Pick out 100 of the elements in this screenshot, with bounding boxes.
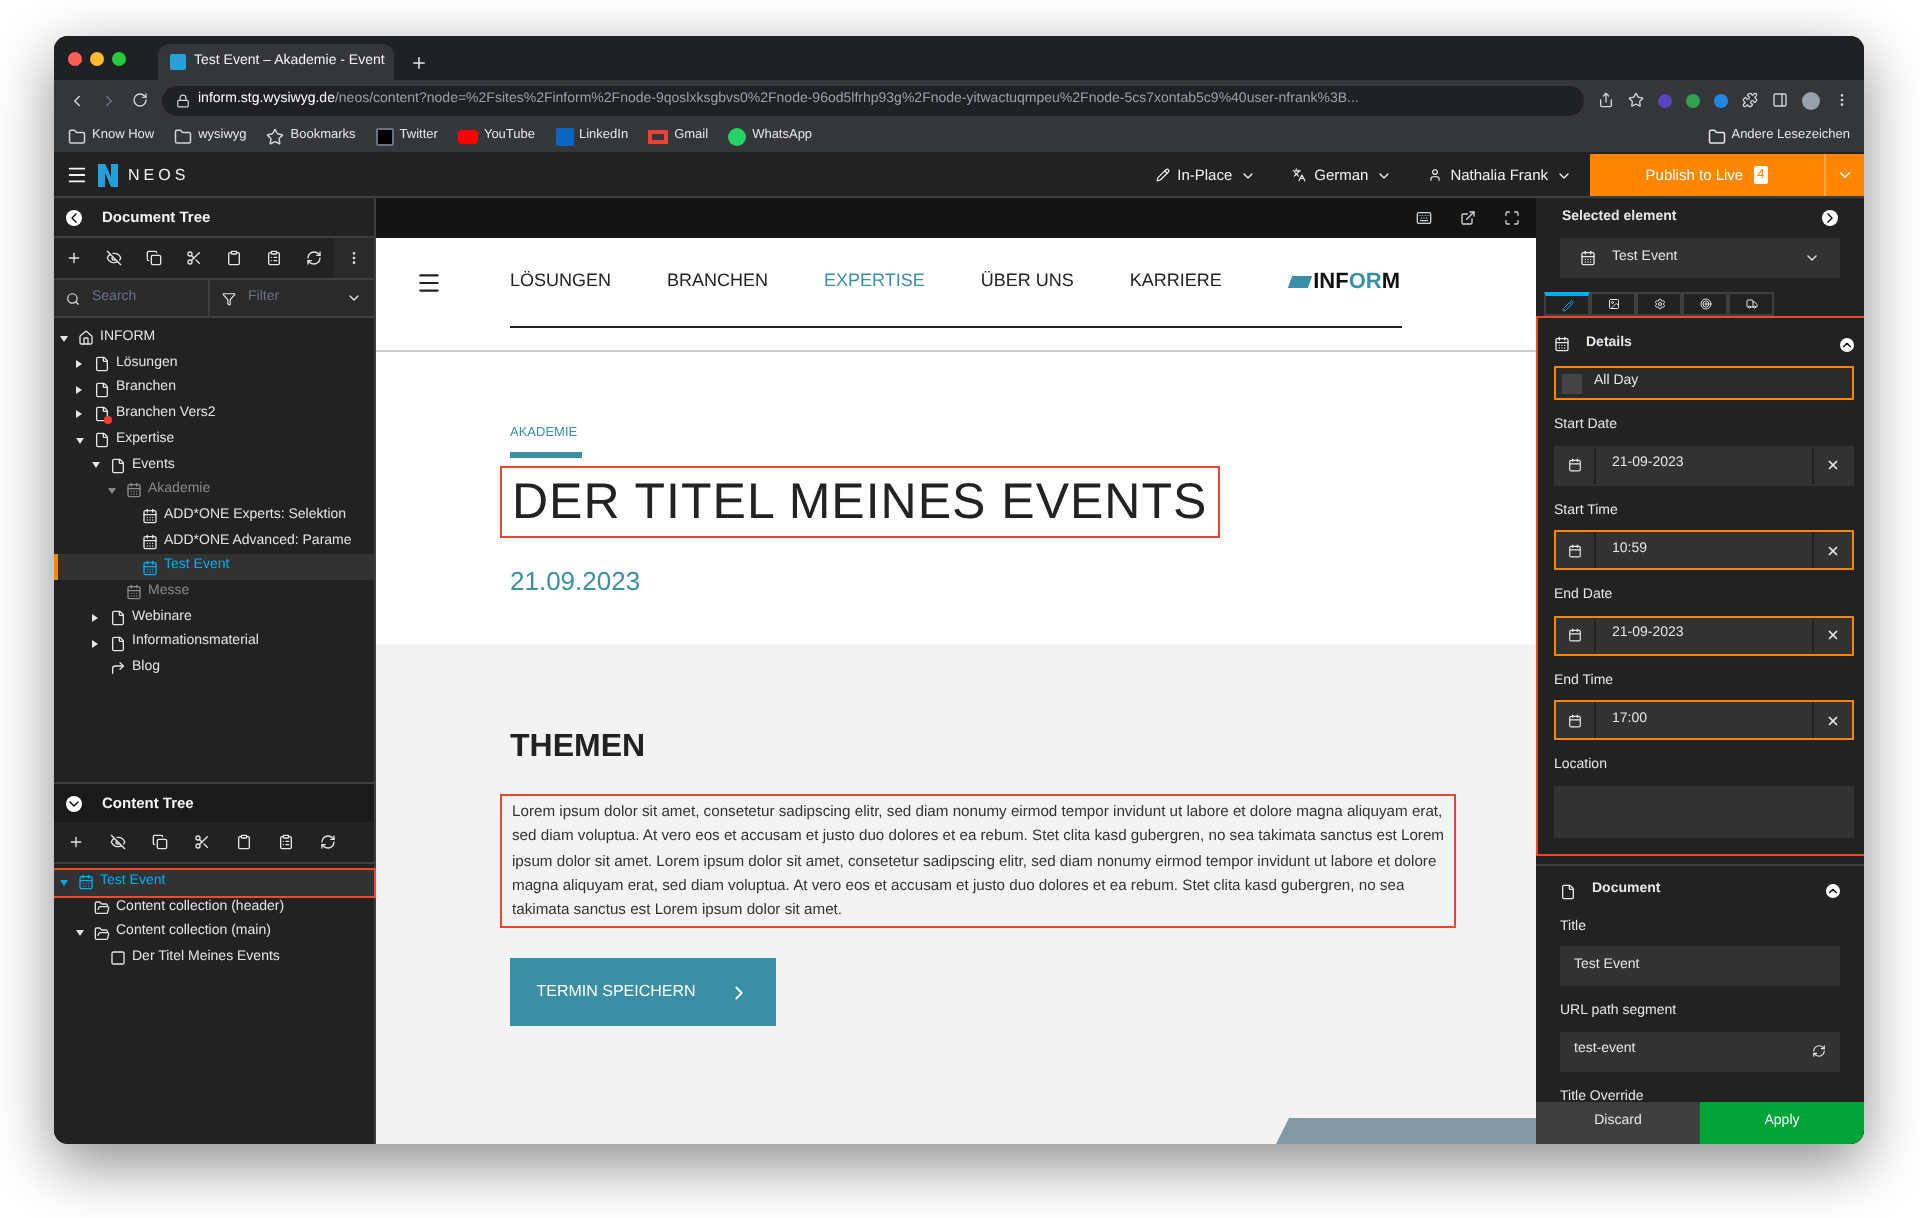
cut-icon[interactable] — [186, 250, 202, 266]
nav-link[interactable]: LÖSUNGEN — [510, 268, 612, 296]
clear-icon[interactable] — [1826, 543, 1840, 557]
calendar-icon — [1568, 628, 1582, 642]
collapse-icon[interactable] — [1826, 884, 1840, 898]
save-date-button[interactable]: TERMIN SPEICHERN — [510, 958, 776, 1027]
collapse-icon[interactable] — [1840, 337, 1854, 351]
search-icon — [66, 291, 80, 305]
caret-icon — [1836, 166, 1854, 184]
collapse-icon[interactable] — [1822, 210, 1838, 226]
pencil-icon — [1561, 300, 1573, 312]
filter-icon — [222, 291, 236, 305]
refresh-icon[interactable] — [319, 834, 335, 850]
reload-icon[interactable] — [132, 92, 148, 108]
collapsed-caret-icon[interactable] — [76, 360, 82, 369]
x-logo-icon — [375, 127, 394, 145]
add-icon[interactable] — [66, 250, 82, 266]
close-window-icon[interactable] — [68, 51, 82, 65]
refresh-icon[interactable] — [1812, 1044, 1826, 1058]
page-icon — [94, 381, 110, 398]
collapsed-caret-icon[interactable] — [76, 410, 82, 419]
hide-icon[interactable] — [109, 834, 125, 850]
star-icon[interactable] — [1628, 92, 1644, 108]
calendar-icon — [1554, 336, 1570, 352]
hamburger-icon[interactable] — [416, 269, 442, 295]
shortcut-arrow-icon — [110, 660, 126, 677]
page-icon — [94, 432, 110, 449]
pencil-icon — [1155, 168, 1170, 182]
caret-icon — [1804, 250, 1820, 266]
inspector-tab[interactable] — [1636, 292, 1682, 316]
truck-icon — [1745, 298, 1757, 310]
event-title: DER TITEL MEINES EVENTS — [500, 465, 1220, 538]
section-title: THEMEN — [510, 728, 648, 769]
linkedin-logo-icon — [555, 127, 573, 145]
new-tab-icon[interactable] — [410, 53, 428, 71]
nav-link[interactable]: EXPERTISE — [824, 268, 925, 296]
calendar-icon — [1580, 250, 1596, 266]
add-icon[interactable] — [67, 834, 83, 850]
inspector-tab[interactable] — [1682, 292, 1728, 316]
event-date: 21.09.2023 — [510, 563, 643, 600]
block-icon — [110, 950, 126, 967]
clear-icon[interactable] — [1826, 713, 1840, 727]
copy-icon[interactable] — [146, 250, 162, 266]
home-icon — [78, 330, 94, 347]
gear-icon — [1653, 298, 1665, 310]
user-icon — [1428, 168, 1443, 182]
minimize-window-icon[interactable] — [90, 51, 104, 65]
collapse-icon[interactable] — [66, 209, 82, 225]
calendar-icon — [142, 559, 158, 576]
calendar-icon — [1568, 713, 1582, 727]
back-icon[interactable] — [68, 91, 86, 109]
clear-icon[interactable] — [1826, 628, 1840, 642]
page-warning-icon — [94, 406, 110, 423]
fullscreen-icon[interactable] — [1504, 210, 1520, 226]
side-panel-icon[interactable] — [1772, 92, 1788, 108]
share-icon[interactable] — [1598, 92, 1614, 108]
inform-logo: INFORM — [1289, 265, 1400, 299]
delete-icon[interactable] — [266, 250, 282, 266]
collapse-icon[interactable] — [66, 795, 82, 811]
collapsed-caret-icon[interactable] — [76, 385, 82, 394]
delete-icon[interactable] — [277, 834, 293, 850]
calendar-icon — [126, 584, 142, 601]
page-icon — [110, 609, 126, 626]
hide-icon[interactable] — [106, 250, 122, 266]
clear-icon[interactable] — [1826, 458, 1840, 472]
paste-icon[interactable] — [226, 250, 242, 266]
collapsed-caret-icon[interactable] — [92, 613, 98, 622]
lock-icon — [176, 93, 190, 107]
calendar-icon — [1568, 543, 1582, 557]
extensions-icon[interactable] — [1742, 92, 1758, 108]
image-icon — [1607, 298, 1619, 310]
inspector-tab[interactable] — [1590, 292, 1636, 316]
n-logo-icon — [170, 54, 186, 70]
folder-icon — [68, 127, 86, 145]
cut-icon[interactable] — [193, 834, 209, 850]
page-icon — [110, 457, 126, 474]
folder-icon — [174, 127, 193, 145]
caret-icon — [346, 290, 362, 306]
zoom-window-icon[interactable] — [112, 51, 126, 65]
calendar-icon — [126, 482, 142, 499]
paste-icon[interactable] — [235, 834, 251, 850]
star-icon — [266, 127, 285, 145]
copy-icon[interactable] — [151, 834, 167, 850]
folder-icon — [1707, 127, 1726, 145]
page-icon — [110, 635, 126, 652]
keyboard-icon[interactable] — [1416, 210, 1432, 226]
nav-link[interactable]: BRANCHEN — [667, 268, 769, 296]
calendar-icon — [1568, 458, 1582, 472]
nav-link[interactable]: ÜBER UNS — [980, 268, 1074, 296]
refresh-icon[interactable] — [306, 250, 322, 266]
accent-bar — [510, 451, 582, 458]
target-icon — [1699, 298, 1711, 310]
profile-avatar[interactable] — [1802, 91, 1820, 109]
page-icon — [94, 356, 110, 373]
nav-link[interactable]: KARRIERE — [1129, 268, 1222, 296]
open-external-icon[interactable] — [1460, 210, 1476, 226]
collapsed-caret-icon[interactable] — [92, 639, 98, 648]
inspector-tab[interactable] — [1544, 292, 1590, 316]
menu-icon[interactable] — [65, 164, 87, 186]
forward-icon[interactable] — [100, 91, 118, 109]
